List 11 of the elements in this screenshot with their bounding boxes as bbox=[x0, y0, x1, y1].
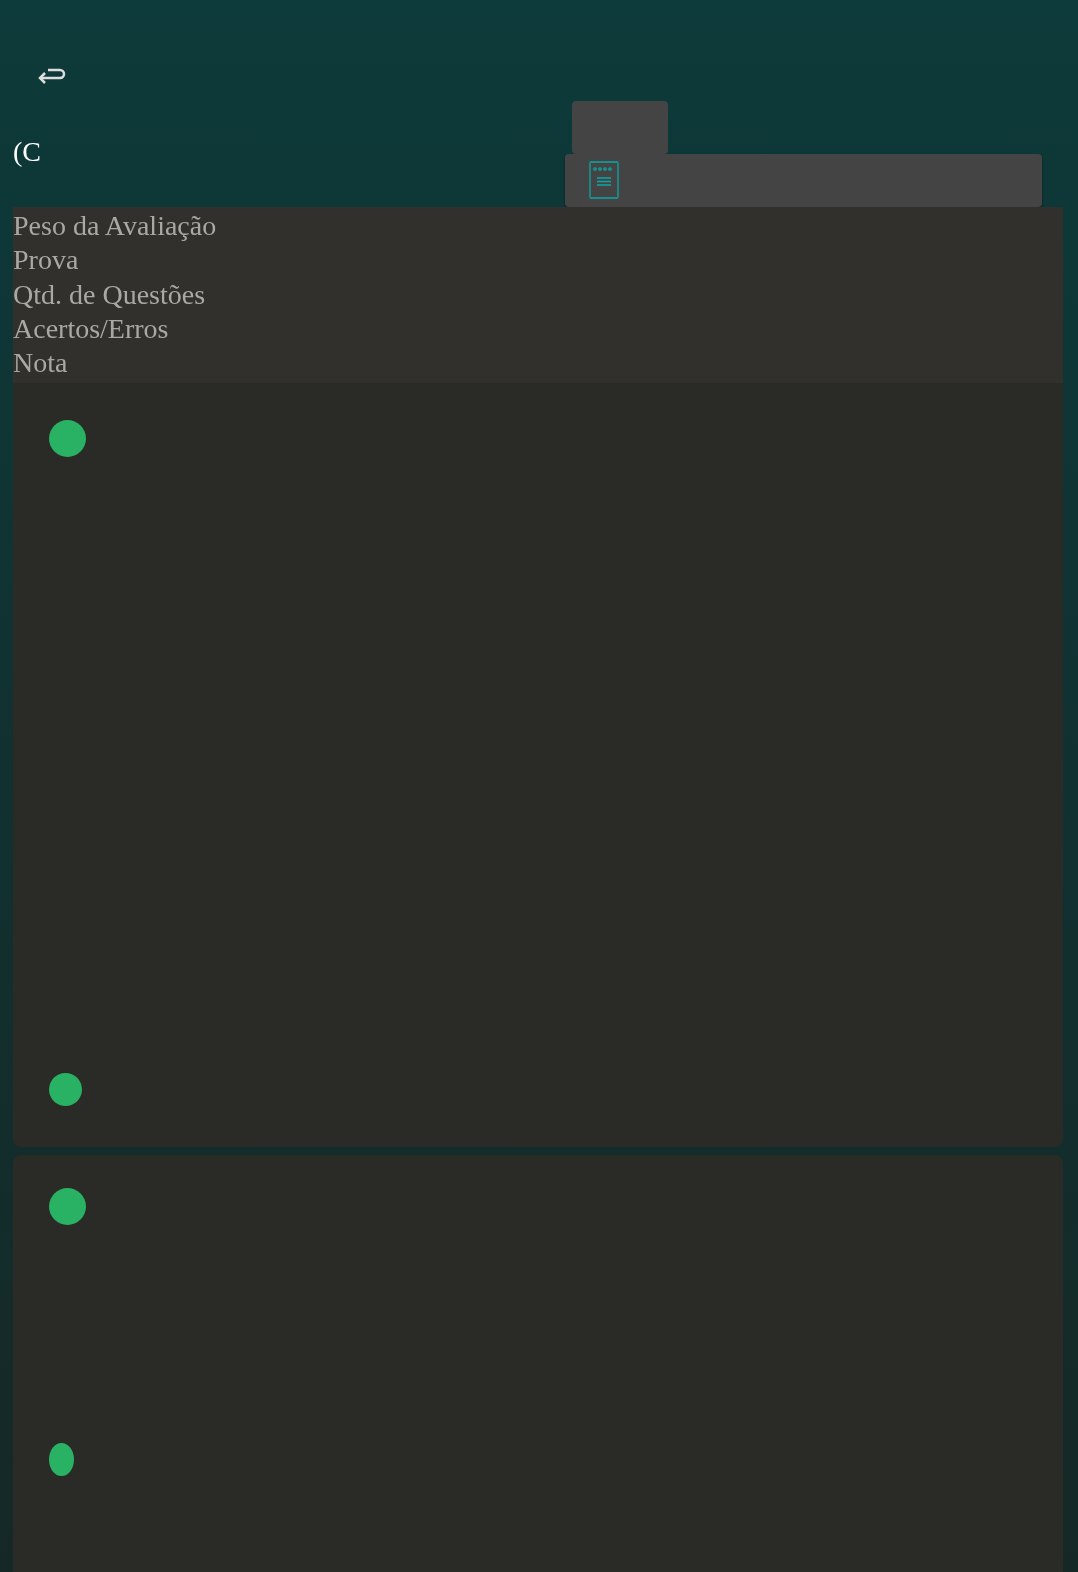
column-header: Acertos/Erros bbox=[13, 311, 170, 346]
column-header: Nota bbox=[13, 346, 69, 381]
status-dot-icon bbox=[49, 1187, 86, 1225]
column-header: Qtd. de Questões bbox=[13, 277, 207, 312]
document-icon[interactable] bbox=[589, 161, 619, 200]
status-dot-icon bbox=[49, 1072, 82, 1106]
column-header: Prova bbox=[13, 243, 80, 278]
page-title: (C bbox=[13, 134, 42, 169]
status-dot-icon bbox=[49, 419, 86, 457]
column-header: Peso da Avaliação bbox=[13, 209, 218, 244]
status-dot-icon bbox=[49, 1442, 74, 1476]
